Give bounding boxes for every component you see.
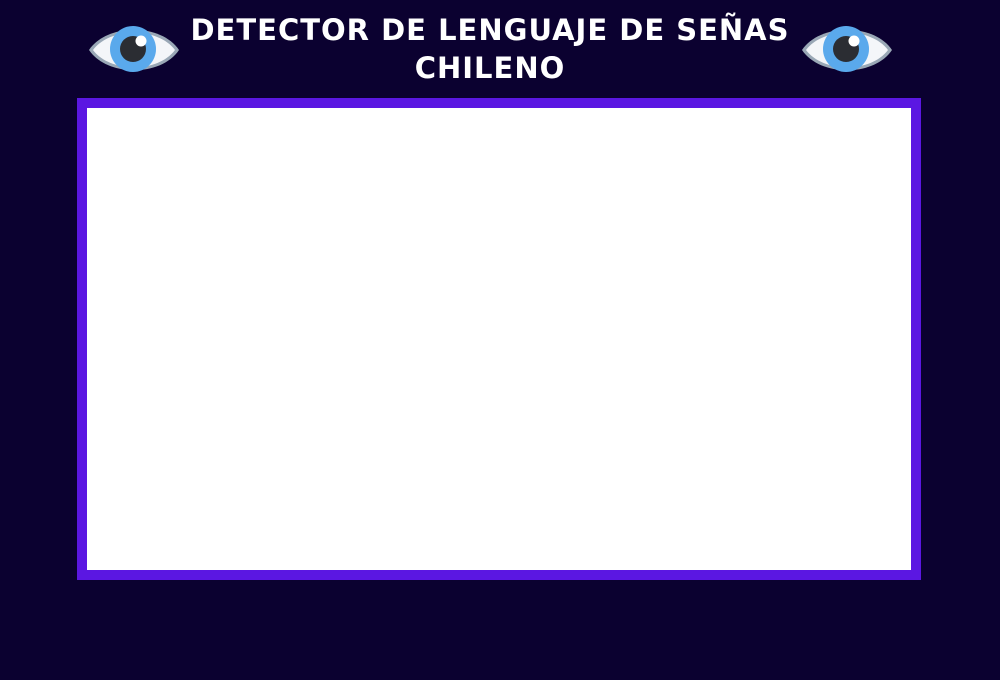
app-header: DETECTOR DE LENGUAJE DE SEÑAS CHILENO [0,0,1000,96]
eye-icon [87,17,181,83]
video-frame [77,98,921,580]
eye-icon [800,17,894,83]
camera-feed [87,108,911,570]
page-title: DETECTOR DE LENGUAJE DE SEÑAS CHILENO [190,13,790,85]
